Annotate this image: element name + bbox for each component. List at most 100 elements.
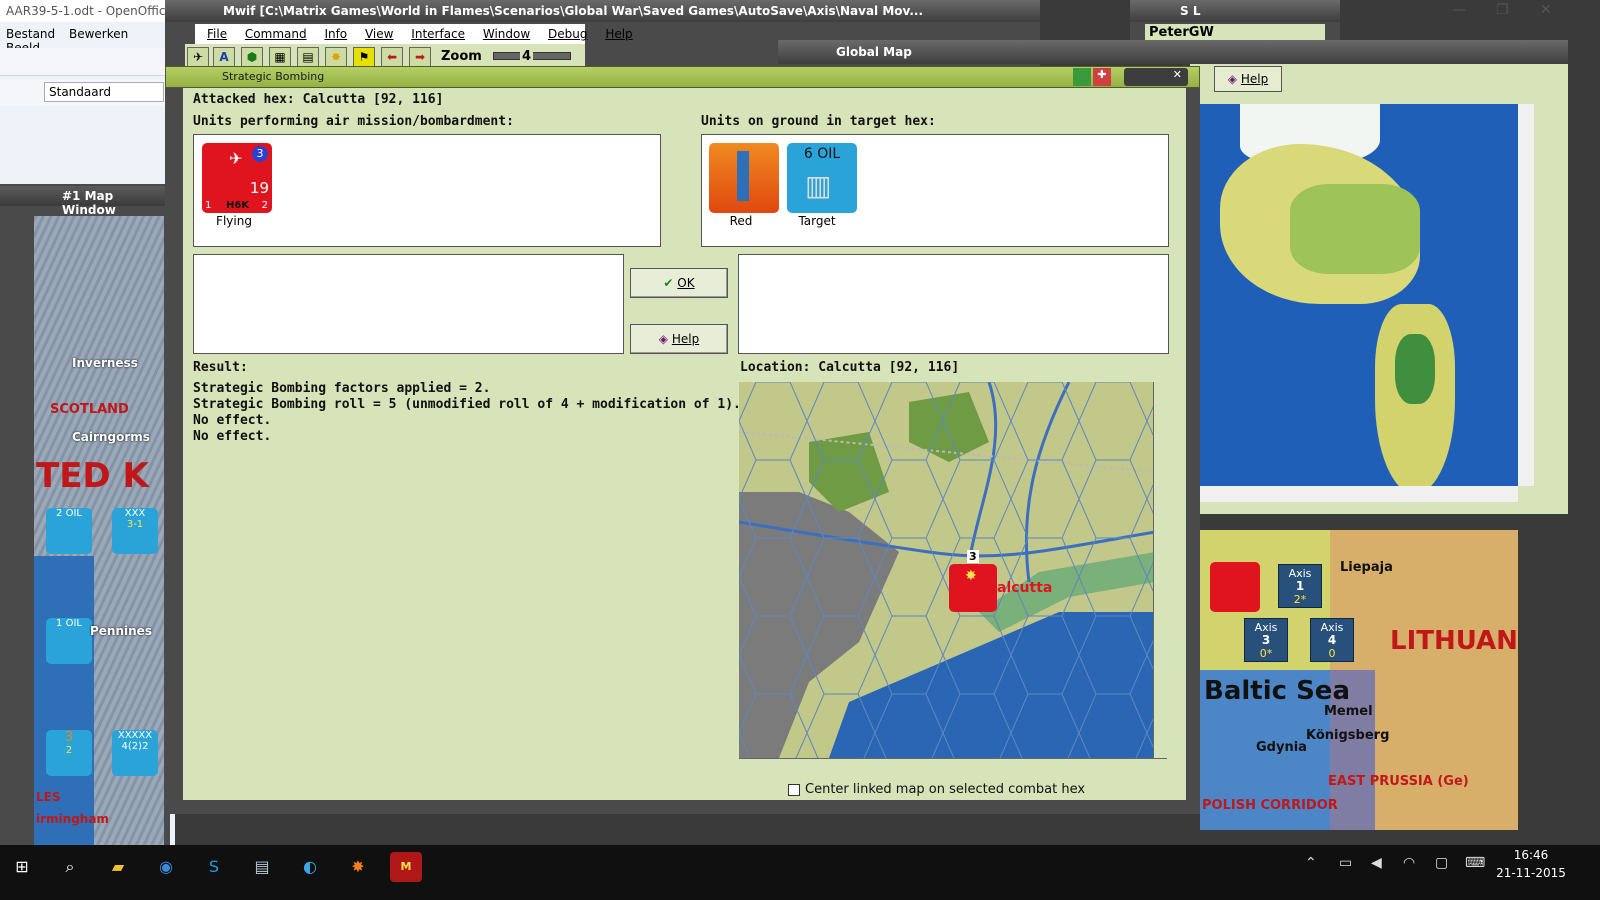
menu-debug[interactable]: Debug — [548, 27, 587, 41]
map-label-memel: Memel — [1324, 704, 1373, 719]
search-icon[interactable]: ⌕ — [54, 852, 86, 882]
paragraph-style-select[interactable]: Standaard — [44, 82, 164, 102]
plane-icon: ✈ — [229, 149, 243, 168]
oil-target-unit[interactable]: 6 OIL ▥ — [787, 143, 857, 213]
menu-window[interactable]: Window — [483, 27, 530, 41]
combat-map-vscroll[interactable] — [1153, 382, 1167, 758]
combat-map-hscroll[interactable] — [739, 758, 1167, 774]
browser-icon[interactable]: ◉ — [150, 852, 182, 882]
menu-view[interactable]: View — [365, 27, 393, 41]
air-info-pane — [193, 254, 624, 354]
hex-map-graphic — [739, 382, 1155, 758]
maximize-icon[interactable]: ❐ — [1496, 2, 1509, 18]
axis-box[interactable]: Axis 3 0* — [1244, 618, 1288, 662]
mwif-title[interactable]: Mwif [C:\Matrix Games\World in Flames\Sc… — [165, 0, 1040, 22]
keyboard-icon[interactable]: ⌨ — [1465, 855, 1485, 871]
flag-icon[interactable]: ⚑ — [353, 47, 375, 67]
arrow-left-icon[interactable]: ⬅ — [381, 47, 403, 67]
clock-date[interactable]: 21-11-2015 — [1496, 866, 1566, 880]
grid-icon[interactable]: ▦ — [269, 47, 291, 67]
result-label: Result: — [193, 360, 248, 375]
global-map-title[interactable]: Global Map — [778, 40, 1568, 64]
windows-start-icon[interactable]: ⊞ — [6, 852, 38, 882]
map-label-lithuania: LITHUAN — [1390, 626, 1518, 656]
map-label-baltic-sea: Baltic Sea — [1204, 676, 1350, 706]
corps-unit[interactable]: XXX 3-1 — [112, 508, 158, 554]
app-icon[interactable]: ◐ — [294, 852, 326, 882]
dialog-close-button[interactable]: ✕ — [1124, 68, 1188, 86]
map-label-east-prussia: EAST PRUSSIA (Ge) — [1328, 774, 1469, 789]
bomber-unit[interactable]: ✈ 3 19 1 H6K 2 — [202, 143, 272, 213]
openoffice-toolbar — [0, 48, 175, 76]
chevron-up-icon[interactable]: ⌃ — [1305, 855, 1317, 871]
mwif-menubar: File Command Info View Interface Window … — [195, 24, 633, 44]
notification-icon[interactable]: ▢ — [1435, 855, 1448, 871]
clock-time[interactable]: 16:46 — [1506, 848, 1556, 862]
army-unit[interactable]: XXXXX 4(2)2 — [112, 730, 158, 776]
menu-info[interactable]: Info — [324, 27, 347, 41]
air-unit-caption: Flying — [216, 214, 252, 228]
result-line: Strategic Bombing roll = 5 (unmodified r… — [193, 397, 741, 412]
map-label-kingdom: TED K — [36, 456, 149, 496]
game-icon[interactable]: ✸ — [342, 852, 374, 882]
book-icon: ◈ — [1227, 72, 1238, 86]
axis-box[interactable]: Axis 1 2* — [1278, 564, 1322, 608]
page-icon[interactable]: ▤ — [297, 47, 319, 67]
sl-window-title[interactable]: S L — [1130, 0, 1340, 22]
minimize-icon[interactable]: — — [1452, 2, 1466, 18]
map-window-title[interactable]: #1 Map Window — [0, 186, 170, 217]
checkmark-icon: ✔ — [663, 276, 674, 290]
global-map-hscroll[interactable] — [1200, 486, 1518, 502]
flag-icon: ✚ — [1093, 68, 1111, 86]
baltic-map[interactable]: Axis 1 2* Axis 3 0* Axis 4 0 Liepaja LITHUAN B… — [1200, 530, 1518, 830]
arrow-right-icon[interactable]: ➡ — [409, 47, 431, 67]
map-label-polish-corridor: POLISH CORRIDOR — [1202, 798, 1338, 813]
skype-icon[interactable]: S — [198, 852, 230, 882]
system-tray: ⌃ ▭ ◀ ◠ ▢ ⌨ — [1305, 855, 1495, 879]
bomber-map-counter[interactable]: ✸ — [949, 564, 997, 612]
flag-icon — [1073, 68, 1091, 86]
global-map-vscroll[interactable] — [1518, 104, 1534, 486]
center-linked-map-checkbox[interactable] — [788, 784, 800, 796]
file-explorer-icon[interactable]: ▰ — [102, 852, 134, 882]
air-unit[interactable]: 32 — [46, 730, 92, 776]
naval-unit[interactable] — [1210, 562, 1260, 612]
ok-button[interactable]: ✔ OK — [630, 268, 728, 298]
close-icon: ✕ — [1172, 68, 1182, 81]
menu-help[interactable]: Help — [605, 27, 632, 41]
menu-command[interactable]: Command — [245, 27, 307, 41]
menu-bestand[interactable]: Bestand — [6, 27, 55, 41]
battery-icon[interactable]: ▭ — [1339, 855, 1352, 871]
menu-bewerken[interactable]: Bewerken — [69, 27, 128, 41]
ground-units-label: Units on ground in target hex: — [701, 114, 936, 129]
jungle-region — [1395, 334, 1435, 404]
document-icon[interactable]: ▤ — [246, 852, 278, 882]
zoom-value: 4 — [520, 49, 534, 64]
factory-unit[interactable] — [709, 143, 779, 213]
openoffice-menubar: Bestand Bewerken Beeld — [0, 24, 175, 55]
oil-unit[interactable]: 2 OIL — [46, 508, 92, 554]
menu-file[interactable]: File — [207, 27, 227, 41]
mwif-icon[interactable]: M — [390, 852, 422, 882]
help-button[interactable]: ◈ Help — [630, 324, 728, 354]
global-map[interactable] — [1200, 104, 1518, 486]
uk-map[interactable]: Inverness SCOTLAND Cairngorms TED K 2 OI… — [34, 216, 164, 846]
result-line: No effect. — [193, 429, 272, 444]
wifi-icon[interactable]: ◠ — [1403, 855, 1415, 871]
sun-icon[interactable]: ✸ — [325, 47, 347, 67]
plane-icon[interactable]: ✈ — [187, 47, 209, 67]
zoom-label: Zoom — [441, 49, 482, 64]
close-icon[interactable]: ✕ — [1540, 2, 1552, 18]
oil-unit[interactable]: 1 OIL — [46, 618, 92, 664]
axis-box[interactable]: Axis 4 0 — [1310, 618, 1354, 662]
map-label-les: LES — [36, 790, 61, 804]
map-label-pennines: Pennines — [90, 624, 152, 638]
global-map-help-button[interactable]: ◈ Help — [1214, 66, 1282, 92]
menu-interface[interactable]: Interface — [411, 27, 465, 41]
air-units-label: Units performing air mission/bombardment… — [193, 114, 514, 129]
text-icon[interactable]: A — [213, 47, 235, 67]
hex-icon[interactable]: ⬢ — [241, 47, 263, 67]
volume-icon[interactable]: ◀ — [1371, 855, 1382, 871]
map-label-birmingham: irmingham — [36, 812, 109, 826]
combat-hex-map[interactable]: ✸ 3 alcutta — [739, 382, 1155, 758]
